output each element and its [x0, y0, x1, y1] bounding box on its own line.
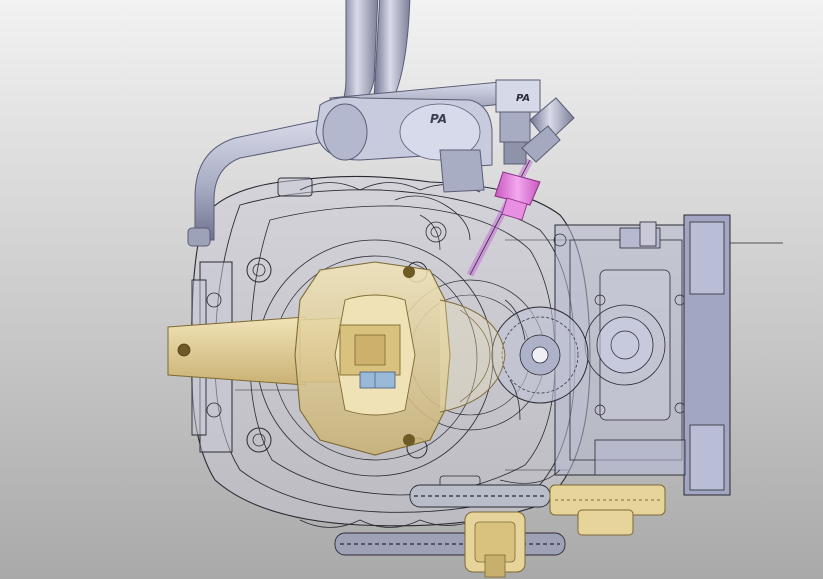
cad-viewport[interactable]: PA PA: [0, 0, 823, 579]
assembly-render: PA PA: [0, 0, 823, 579]
inner-gear-train: [491, 306, 589, 404]
fitting-lettering: PA: [516, 93, 530, 104]
arm-lettering: PA: [430, 112, 447, 126]
